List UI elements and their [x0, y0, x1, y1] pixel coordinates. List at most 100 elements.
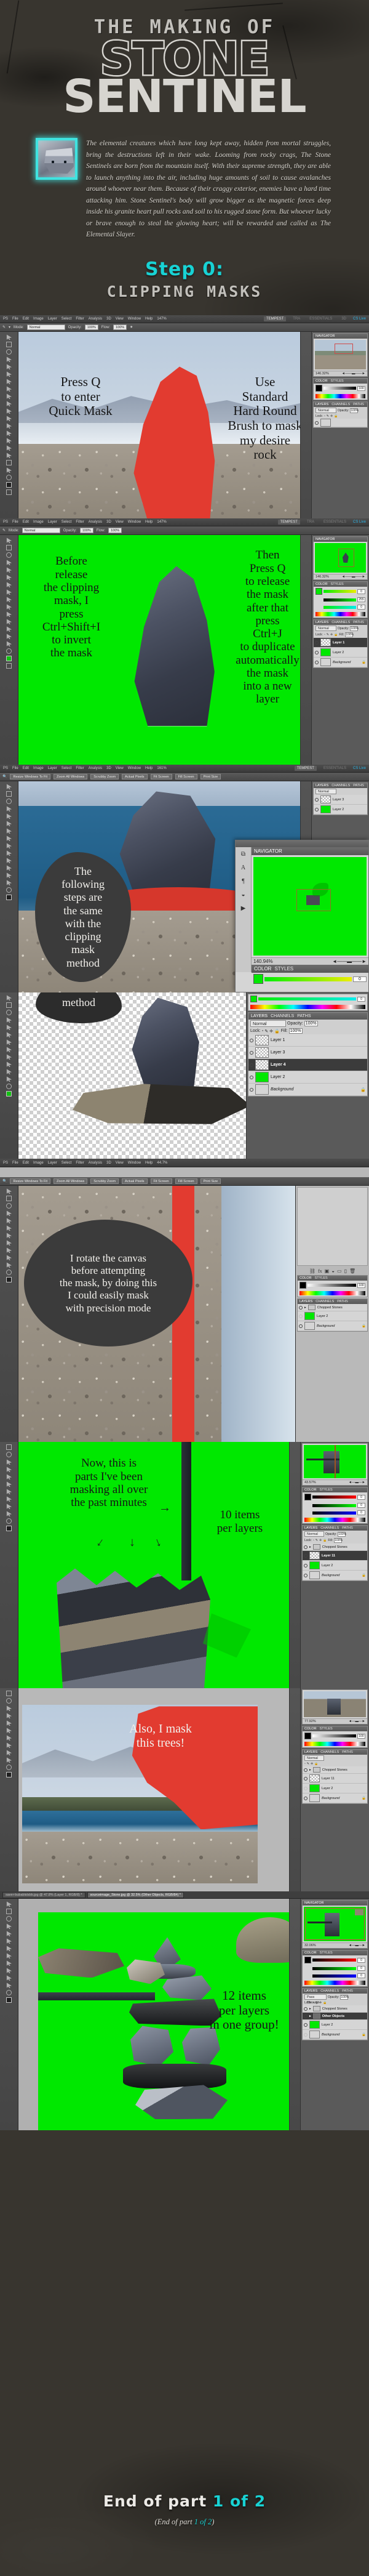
table-row[interactable]: Layer 11	[303, 1774, 367, 1784]
table-row[interactable]: ▸ Other Objects	[303, 2013, 367, 2021]
table-row[interactable]: Layer 3	[314, 795, 367, 805]
foreground-color-swatch[interactable]	[6, 1091, 12, 1097]
layer-style-fx-icon[interactable]: fx	[318, 1268, 322, 1274]
layer-name[interactable]: Background	[322, 2033, 360, 2037]
group-folder-icon[interactable]	[312, 1544, 320, 1550]
g-value[interactable]: 0	[357, 1966, 365, 1971]
lock-transparent-icon[interactable]: ▫	[324, 633, 325, 637]
menu-window[interactable]: Window	[128, 1161, 141, 1165]
stamp-tool-icon[interactable]	[6, 393, 12, 400]
g-slider[interactable]	[312, 1966, 356, 1970]
adjustments-icon[interactable]: ◒	[241, 892, 245, 898]
color-tab[interactable]: COLOR	[304, 1951, 317, 1955]
layer-name[interactable]: Chopped Stones	[322, 1768, 366, 1772]
workspace-essentials[interactable]: ESSENTIALS	[321, 766, 349, 771]
lock-image-icon[interactable]: ✎	[315, 1539, 318, 1542]
collapsed-panel-dock[interactable]	[289, 1688, 300, 1892]
g-value[interactable]: 0	[357, 1503, 365, 1508]
navigator-zoom-slider[interactable]: ◄——▬——►	[342, 575, 365, 579]
brush-tool-icon[interactable]: ✎	[2, 325, 6, 329]
pen-tool-icon[interactable]	[6, 1061, 12, 1068]
color-swatch-green[interactable]	[253, 974, 263, 984]
gradient-tool-icon[interactable]	[6, 1960, 12, 1966]
color-panel[interactable]: 0	[248, 994, 368, 1012]
move-tool-icon[interactable]	[6, 784, 12, 790]
color-swatch-green[interactable]	[250, 996, 257, 1003]
tool-palette[interactable]	[0, 1899, 18, 2131]
layer-visibility-icon[interactable]	[304, 1768, 308, 1772]
color-swatch-black[interactable]	[304, 1957, 311, 1964]
color-swatch-black[interactable]	[304, 1733, 311, 1740]
navigator-zoom-row[interactable]: 43.57% ◄—▬—►	[303, 1479, 367, 1486]
menu-select[interactable]: Select	[62, 520, 72, 524]
opacity-value[interactable]: 100%	[84, 324, 98, 331]
layers-tab[interactable]: LAYERS	[315, 621, 328, 624]
channels-tab[interactable]: CHANNELS	[331, 403, 350, 406]
layers-opacity-value[interactable]: 100%	[350, 408, 359, 413]
color-swatch-black[interactable]	[300, 1282, 306, 1289]
zoom-level-indicator[interactable]: 161%	[157, 767, 166, 770]
layers-tab[interactable]: LAYERS	[304, 1989, 317, 1993]
layers-opacity-value[interactable]: 100%	[340, 1994, 349, 2000]
menu-select[interactable]: Select	[62, 317, 72, 321]
layer-name[interactable]: Background	[322, 1797, 360, 1800]
layer-name[interactable]: Background	[271, 1087, 359, 1092]
magic-wand-tool-icon[interactable]	[6, 1459, 12, 1465]
k-value[interactable]: 100	[357, 1282, 365, 1288]
r-slider[interactable]	[323, 590, 356, 594]
layer-thumbnail[interactable]	[309, 1784, 320, 1793]
crop-tool-icon[interactable]	[6, 567, 12, 573]
layer-thumbnail[interactable]	[255, 1047, 269, 1058]
table-row[interactable]: ▸ Chopped Stones	[303, 1544, 367, 1552]
resize-windows-to-fit-option[interactable]: Resize Windows To Fit	[10, 774, 51, 780]
menu-view[interactable]: View	[116, 317, 124, 321]
table-row[interactable]: ▸ Chopped Stones	[303, 1766, 367, 1774]
type-tool-icon[interactable]	[6, 872, 12, 879]
lasso-tool-icon[interactable]	[6, 1916, 12, 1922]
layer-visibility-icon[interactable]	[315, 421, 319, 425]
r-slider[interactable]	[264, 976, 352, 981]
lock-all-icon[interactable]: 🔒	[274, 1029, 280, 1034]
tool-palette[interactable]	[0, 535, 18, 765]
menu-bar[interactable]: PS File Edit Image Layer Select Filter A…	[0, 765, 369, 773]
gradient-tool-icon[interactable]	[6, 858, 12, 864]
layers-lock-row[interactable]: Lock: ▫ ✎ ✛ 🔒 Fill: 100%	[303, 1537, 367, 1544]
lock-image-icon[interactable]: ✎	[307, 1762, 309, 1766]
eyedropper-tool-icon[interactable]	[6, 821, 12, 827]
layer-name[interactable]: Chopped Stones	[322, 2007, 366, 2011]
eraser-tool-icon[interactable]	[6, 604, 12, 610]
layer-visibility-icon[interactable]	[304, 1563, 308, 1568]
b-slider[interactable]	[312, 1511, 356, 1515]
lock-position-icon[interactable]: ✛	[330, 633, 333, 637]
move-tool-icon[interactable]	[6, 1901, 12, 1907]
styles-tab[interactable]: STYLES	[320, 1951, 333, 1955]
navigator-panel[interactable]: NAVIGATOR 146.32% ◄——▬——►	[313, 333, 368, 377]
actions-icon[interactable]: ▶	[241, 905, 246, 912]
navigator-thumbnail[interactable]	[315, 543, 366, 573]
table-row[interactable]: Layer 3	[248, 1047, 367, 1060]
layer-visibility-icon[interactable]	[304, 2014, 308, 2018]
layers-tab[interactable]: LAYERS	[251, 1014, 268, 1018]
type-tool-icon[interactable]	[6, 1750, 12, 1756]
menu-analysis[interactable]: Analysis	[89, 1161, 102, 1165]
color-panel[interactable]: COLOR STYLES 100	[302, 1726, 368, 1749]
styles-tab[interactable]: STYLES	[320, 1727, 333, 1731]
b-value[interactable]: 0	[357, 605, 365, 610]
lock-transparent-icon[interactable]: ▫	[313, 2001, 314, 2005]
menu-window[interactable]: Window	[128, 520, 141, 524]
table-row[interactable]: Background 🔒	[314, 658, 367, 668]
tool-palette[interactable]	[0, 992, 18, 1159]
table-row[interactable]: Layer 2	[303, 2020, 367, 2031]
layer-thumbnail[interactable]	[320, 805, 331, 814]
r-slider[interactable]	[312, 1495, 356, 1499]
layer-thumbnail[interactable]	[309, 1552, 320, 1560]
layer-name[interactable]: Chopped Stones	[317, 1306, 366, 1310]
navigator-zoom-row[interactable]: 32.06% ◄—▬—►	[303, 1942, 367, 1949]
navigator-zoom-value[interactable]: 32.06%	[304, 1944, 316, 1947]
layer-panel-button-bar[interactable]: ⛓ fx ▣ ◒ ▭ ▯ 🗑	[297, 1267, 368, 1275]
brush-tool-icon[interactable]	[6, 386, 12, 392]
lasso-tool-icon[interactable]	[6, 349, 12, 355]
color-spectrum-bar[interactable]	[315, 612, 365, 617]
color-slider-g[interactable]: 0	[248, 994, 367, 1004]
layers-lock-row[interactable]: Lock: ▫ ✎ ✛ 🔒 Fill: 100%	[314, 632, 367, 638]
